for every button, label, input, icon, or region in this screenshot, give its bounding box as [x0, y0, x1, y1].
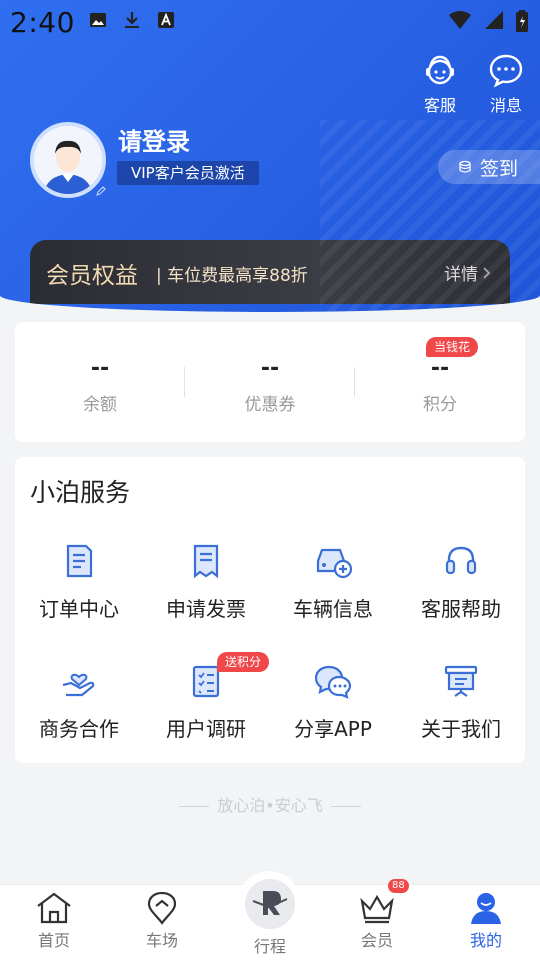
service-label: 客服帮助	[421, 597, 501, 621]
slogan-line-left	[179, 806, 210, 807]
chevron-right-icon	[483, 266, 491, 279]
car-add-icon	[316, 548, 353, 579]
service-share-app[interactable]: 分享APP	[269, 663, 397, 742]
points-value: --	[430, 356, 450, 381]
nav-label: 行程	[253, 937, 286, 956]
service-label: 订单中心	[39, 597, 119, 621]
invoice-icon	[193, 544, 219, 579]
member-benefits-detail[interactable]: 详情	[444, 260, 492, 285]
messages-button[interactable]: 消息	[474, 52, 538, 116]
points-label: 积分	[423, 395, 457, 415]
hand-heart-icon	[62, 673, 95, 697]
member-benefits-bar[interactable]: 会员权益 | 车位费最高享88折 详情	[30, 240, 510, 304]
vip-activation-badge[interactable]: VIP客户会员激活	[117, 161, 259, 185]
member-benefits-subtitle: | 车位费最高享88折	[156, 266, 308, 286]
nav-label: 我的	[469, 931, 502, 950]
service-label: 用户调研	[166, 717, 246, 741]
service-about-us[interactable]: 关于我们	[397, 663, 525, 742]
nav-home[interactable]: 首页	[14, 891, 94, 951]
customer-service-button[interactable]: 客服	[408, 52, 472, 116]
survey-badge: 送积分	[217, 652, 270, 672]
profile-header: 2:40 客服 消息 请登录 VIP客户会员激活 签到 会员权益 | 车位费最高…	[0, 0, 540, 312]
home-icon	[37, 892, 71, 924]
balance-stat[interactable]: -- 余额	[15, 356, 185, 415]
order-doc-icon	[66, 544, 93, 578]
messages-label: 消息	[489, 96, 522, 115]
coins-icon	[459, 160, 471, 173]
service-label: 商务合作	[39, 717, 119, 741]
signin-label: 签到	[480, 157, 519, 180]
location-pin-icon	[147, 891, 177, 925]
nav-trip[interactable]: 行程	[230, 877, 310, 957]
service-order-center[interactable]: 订单中心	[15, 543, 143, 622]
service-survey[interactable]: 用户调研	[142, 663, 270, 742]
coupon-value: --	[260, 356, 280, 381]
service-label: 申请发票	[166, 597, 246, 621]
presentation-board-icon	[444, 665, 478, 697]
a-box-icon	[158, 12, 174, 28]
wifi-icon	[449, 11, 471, 29]
edit-icon[interactable]	[96, 186, 106, 196]
nav-label: 会员	[360, 931, 393, 950]
chat-bubbles-icon	[314, 665, 352, 699]
nav-label: 首页	[37, 931, 70, 950]
customer-service-icon	[426, 55, 454, 85]
services-card: 小泊服务 订单中心 申请发票 车辆信息 客服帮助 商务合作 用户调研 送积分 分…	[15, 457, 525, 763]
message-icon	[489, 54, 523, 88]
nav-profile[interactable]: 我的	[446, 891, 526, 951]
signin-button[interactable]: 签到	[438, 150, 540, 184]
service-label: 关于我们	[421, 717, 501, 741]
nav-parking[interactable]: 车场	[122, 891, 202, 951]
status-bar: 2:40	[0, 0, 540, 44]
nav-label: 车场	[145, 931, 178, 950]
nav-member[interactable]: 会员	[337, 891, 417, 951]
service-label: 车辆信息	[293, 597, 373, 621]
slogan: 放心泊•安心飞	[0, 792, 540, 816]
services-title: 小泊服务	[30, 478, 131, 507]
member-nav-badge: 88	[388, 879, 409, 893]
default-avatar-icon	[34, 126, 102, 194]
slogan-line-right	[330, 806, 361, 807]
member-benefits-title: 会员权益	[46, 263, 138, 289]
image-icon	[90, 13, 106, 27]
crown-icon	[360, 894, 394, 924]
balance-value: --	[90, 356, 110, 381]
avatar[interactable]	[30, 122, 106, 198]
service-invoice[interactable]: 申请发票	[142, 543, 270, 622]
service-vehicle-info[interactable]: 车辆信息	[269, 543, 397, 622]
balance-label: 余额	[83, 395, 117, 415]
service-label: 分享APP	[294, 717, 372, 741]
headset-icon	[445, 546, 477, 575]
coupon-stat[interactable]: -- 优惠券	[185, 356, 355, 415]
slogan-text: 放心泊•安心飞	[217, 796, 323, 815]
account-stats-card: -- 余额 -- 优惠券 -- 积分 当钱花	[15, 322, 525, 442]
profile-icon	[471, 893, 501, 924]
points-stat[interactable]: -- 积分	[355, 356, 525, 415]
login-title[interactable]: 请登录	[118, 122, 190, 157]
trip-logo-icon	[245, 879, 295, 929]
member-detail-label: 详情	[444, 265, 478, 285]
service-business[interactable]: 商务合作	[15, 663, 143, 742]
customer-service-label: 客服	[423, 96, 456, 115]
service-help[interactable]: 客服帮助	[397, 543, 525, 622]
status-time: 2:40	[10, 6, 75, 39]
download-icon	[125, 12, 139, 28]
coupon-label: 优惠券	[244, 395, 296, 415]
signal-icon	[485, 11, 503, 29]
points-badge: 当钱花	[426, 337, 479, 357]
bottom-navigation: 首页 车场 行程 会员 88 我的	[0, 871, 540, 960]
battery-icon	[516, 10, 528, 32]
